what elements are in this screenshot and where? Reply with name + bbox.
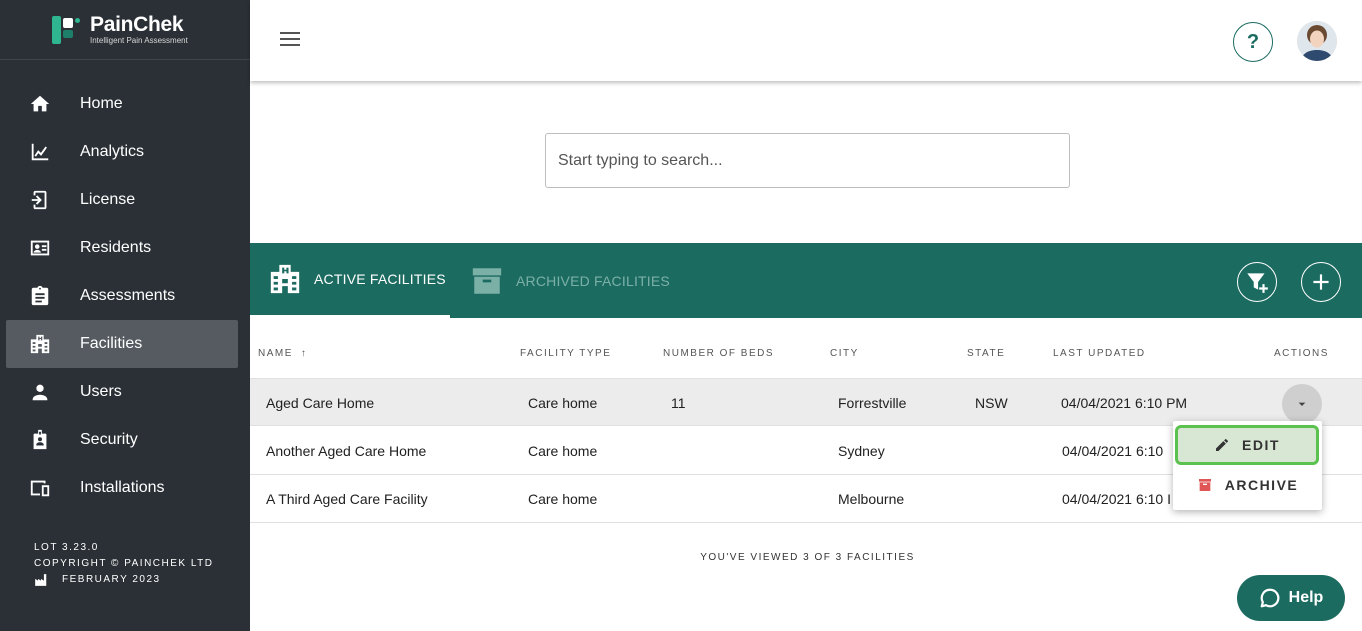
chat-bubble-icon <box>1260 588 1280 608</box>
sidebar-nav: Home Analytics License Residents Assessm… <box>0 80 250 512</box>
cell-city: Melbourne <box>838 491 905 507</box>
cell-city: Sydney <box>838 443 885 459</box>
facility-tabs-bar: ACTIVE FACILITIES ARCHIVED FACILITIES <box>250 243 1362 318</box>
cell-updated: 04/04/2021 6:10 <box>1062 443 1164 459</box>
brand-logo[interactable]: PainChek Intelligent Pain Assessment <box>0 0 250 60</box>
facilities-icon <box>28 332 52 356</box>
residents-icon <box>28 236 52 260</box>
table-row[interactable]: Aged Care Home Care home 11 Forrestville… <box>250 378 1362 426</box>
facilities-icon <box>270 264 300 294</box>
analytics-icon <box>28 140 52 164</box>
user-avatar[interactable] <box>1297 21 1337 61</box>
archive-icon <box>1198 479 1211 491</box>
sidebar-item-installations[interactable]: Installations <box>6 464 238 512</box>
filter-plus-icon <box>1247 273 1268 293</box>
version-text: LOT 3.23.0 <box>34 542 99 553</box>
security-icon <box>28 428 52 452</box>
cell-type: Care home <box>528 443 598 459</box>
plus-icon <box>1313 274 1329 290</box>
sidebar-item-analytics[interactable]: Analytics <box>6 128 238 176</box>
help-question-button[interactable]: ? <box>1233 22 1273 62</box>
table-header: NAME ↑ FACILITY TYPE NUMBER OF BEDS CITY … <box>250 318 1362 378</box>
archive-menu-item[interactable]: ARCHIVE <box>1173 471 1322 499</box>
cell-type: Care home <box>528 395 598 411</box>
top-bar: ? <box>250 0 1362 81</box>
menu-icon[interactable] <box>280 32 300 48</box>
question-icon: ? <box>1246 30 1260 53</box>
tab-archived-facilities[interactable]: ARCHIVED FACILITIES <box>450 243 680 318</box>
sidebar-item-users[interactable]: Users <box>6 368 238 416</box>
sidebar-item-label: Residents <box>80 239 152 256</box>
edit-label: EDIT <box>1242 437 1280 453</box>
sidebar-item-label: License <box>80 191 136 208</box>
cell-name: Aged Care Home <box>266 395 375 411</box>
cell-name: A Third Aged Care Facility <box>266 491 428 507</box>
caret-down-icon <box>1298 402 1306 406</box>
tab-active-facilities[interactable]: ACTIVE FACILITIES <box>250 243 450 318</box>
cell-state: NSW <box>975 395 1008 411</box>
sidebar-item-label: Assessments <box>80 287 176 304</box>
license-icon <box>28 188 52 212</box>
tab-label: ARCHIVED FACILITIES <box>516 272 670 289</box>
archive-box-icon <box>472 267 502 294</box>
column-header-type[interactable]: FACILITY TYPE <box>520 348 611 359</box>
factory-icon <box>35 574 47 586</box>
filter-add-button[interactable] <box>1237 262 1277 302</box>
brand-tagline: Intelligent Pain Assessment <box>90 35 188 45</box>
row-actions-button[interactable] <box>1282 384 1322 424</box>
column-header-name[interactable]: NAME ↑ <box>258 348 307 359</box>
brand-name: PainChek <box>90 12 184 36</box>
viewed-count-text: YOU'VE VIEWED 3 OF 3 FACILITIES <box>700 552 915 563</box>
installations-icon <box>28 476 52 500</box>
sidebar-item-label: Home <box>80 95 123 112</box>
sidebar: PainChek Intelligent Pain Assessment Hom… <box>0 0 250 631</box>
sidebar-item-label: Analytics <box>80 143 145 160</box>
sidebar-item-residents[interactable]: Residents <box>6 224 238 272</box>
sidebar-item-label: Security <box>80 431 138 448</box>
sidebar-item-assessments[interactable]: Assessments <box>6 272 238 320</box>
column-header-updated[interactable]: LAST UPDATED <box>1053 348 1146 359</box>
pencil-icon <box>1216 438 1229 451</box>
cell-name: Another Aged Care Home <box>266 443 427 459</box>
help-label: Help <box>1288 589 1324 606</box>
sidebar-item-label: Installations <box>80 479 165 496</box>
sidebar-footer: LOT 3.23.0 COPYRIGHT © PAINCHEK LTD FEBR… <box>34 540 214 588</box>
sidebar-item-security[interactable]: Security <box>6 416 238 464</box>
painchek-logo-icon <box>50 14 82 46</box>
home-icon <box>28 92 52 116</box>
cell-beds: 11 <box>671 395 686 411</box>
cell-city: Forrestville <box>838 395 907 411</box>
sidebar-item-license[interactable]: License <box>6 176 238 224</box>
release-date-text: FEBRUARY 2023 <box>62 574 161 585</box>
edit-menu-item[interactable]: EDIT <box>1175 425 1319 465</box>
sort-arrow-icon: ↑ <box>300 348 308 359</box>
column-header-state[interactable]: STATE <box>967 348 1005 359</box>
cell-updated: 04/04/2021 6:10 PM <box>1061 395 1188 411</box>
archive-label: ARCHIVE <box>1224 477 1299 493</box>
sidebar-item-label: Facilities <box>80 335 143 352</box>
users-icon <box>28 380 52 404</box>
sidebar-item-facilities[interactable]: Facilities <box>6 320 238 368</box>
assessments-icon <box>28 284 52 308</box>
cell-type: Care home <box>528 491 598 507</box>
column-header-actions: ACTIONS <box>1274 348 1329 359</box>
row-actions-menu: EDIT ARCHIVE <box>1173 421 1322 510</box>
column-header-beds[interactable]: NUMBER OF BEDS <box>663 348 774 359</box>
tab-label: ACTIVE FACILITIES <box>314 271 446 287</box>
sidebar-item-label: Users <box>80 383 122 400</box>
cell-updated: 04/04/2021 6:10 I <box>1062 491 1171 507</box>
search-input[interactable] <box>545 133 1070 188</box>
add-facility-button[interactable] <box>1301 262 1341 302</box>
sidebar-item-home[interactable]: Home <box>6 80 238 128</box>
help-chat-button[interactable]: Help <box>1237 575 1345 621</box>
column-header-city[interactable]: CITY <box>830 348 859 359</box>
copyright-text: COPYRIGHT © PAINCHEK LTD <box>34 558 214 569</box>
